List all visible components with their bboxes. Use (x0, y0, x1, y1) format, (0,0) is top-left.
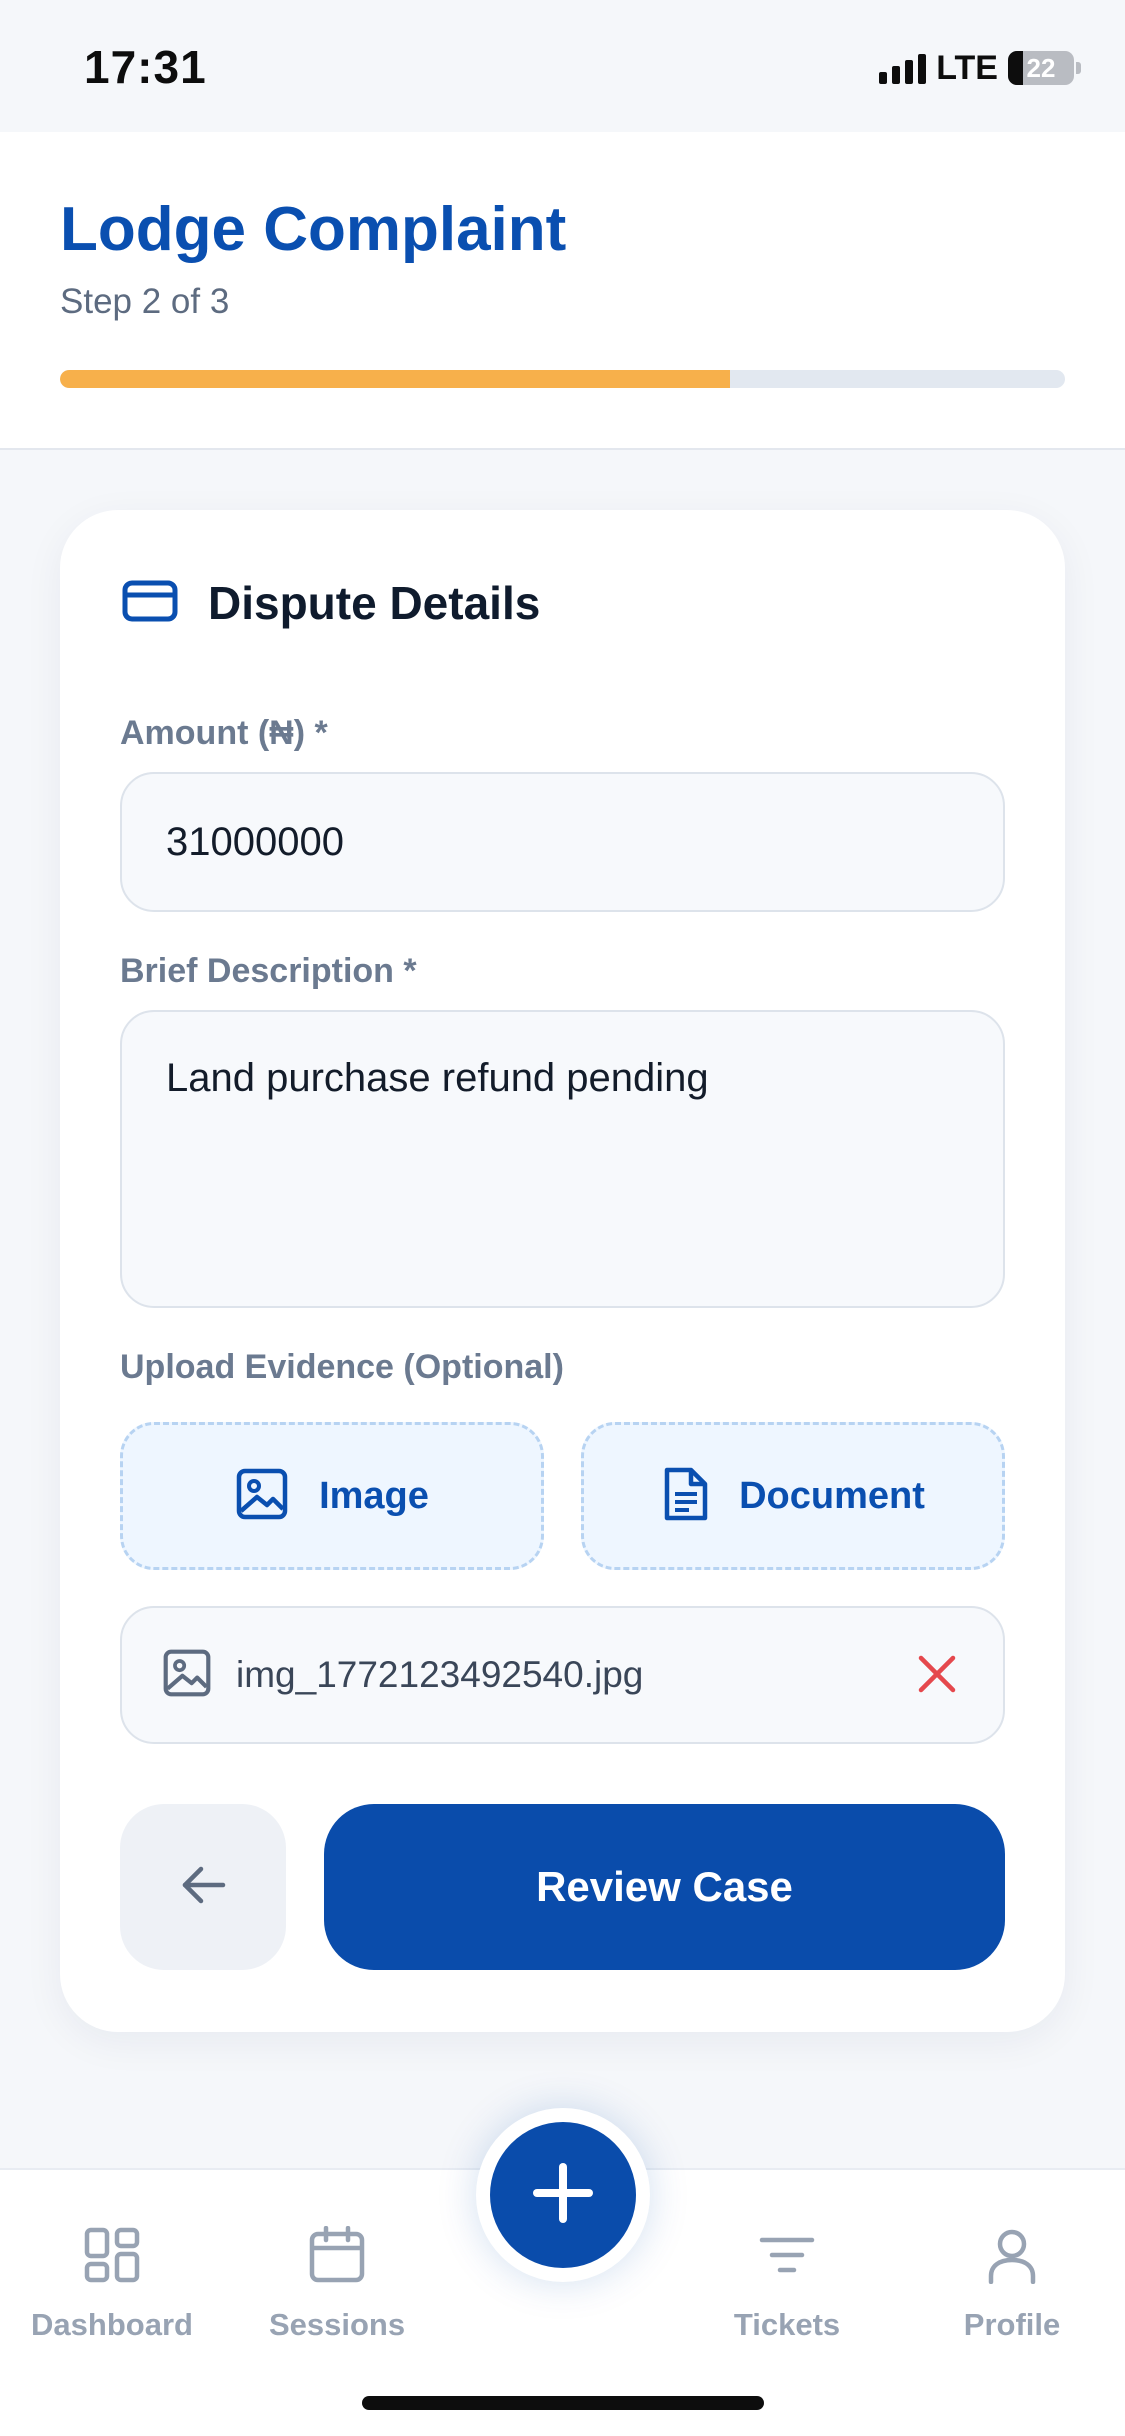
nav-label-dashboard: Dashboard (31, 2307, 193, 2342)
page-title: Lodge Complaint (60, 195, 567, 264)
close-icon (917, 1654, 957, 1699)
nav-label-profile: Profile (963, 2307, 1061, 2342)
signal-icon (879, 52, 927, 84)
card-title: Dispute Details (208, 577, 541, 629)
attached-file-name: img_1772123492540.jpg (236, 1654, 644, 1695)
network-type: LTE (936, 48, 998, 87)
attached-file-row: img_1772123492540.jpg (120, 1606, 1005, 1744)
review-case-button[interactable]: Review Case (324, 1804, 1005, 1970)
description-textarea[interactable]: Land purchase refund pending (120, 1010, 1005, 1308)
nav-item-profile[interactable]: Profile (912, 2226, 1112, 2343)
document-icon (661, 1466, 709, 1527)
nav-item-dashboard[interactable]: Dashboard (12, 2226, 212, 2343)
nav-item-sessions[interactable]: Sessions (237, 2225, 437, 2343)
dashboard-icon (83, 2226, 141, 2289)
amount-label: Amount (₦) * (120, 714, 328, 752)
back-button[interactable] (120, 1804, 286, 1970)
image-icon (235, 1467, 289, 1526)
page-header: Lodge Complaint Step 2 of 3 (0, 132, 1125, 450)
upload-image-button[interactable]: Image (120, 1422, 544, 1570)
user-icon (983, 2226, 1041, 2289)
battery-tip (1076, 62, 1081, 74)
amount-value: 31000000 (166, 819, 344, 864)
file-image-icon (162, 1648, 212, 1703)
nav-item-tickets[interactable]: Tickets (687, 2226, 887, 2343)
remove-file-button[interactable] (909, 1648, 965, 1704)
arrow-left-icon (179, 1865, 227, 1910)
description-label: Brief Description * (120, 952, 417, 990)
status-bar: 17:31 LTE 22 (0, 0, 1125, 132)
card-header: Dispute Details (122, 576, 540, 630)
progress-fill (60, 370, 731, 388)
new-complaint-fab[interactable] (490, 2122, 636, 2268)
upload-document-button[interactable]: Document (581, 1422, 1005, 1570)
nav-label-tickets: Tickets (733, 2307, 841, 2342)
screen: 17:31 LTE 22 Lodge Complaint Step 2 of 3 (0, 0, 1125, 2436)
progress-bar (60, 370, 1065, 388)
step-indicator: Step 2 of 3 (60, 282, 230, 321)
upload-image-label: Image (319, 1474, 429, 1517)
upload-document-label: Document (739, 1474, 925, 1517)
nav-label-sessions: Sessions (268, 2307, 406, 2342)
plus-icon (533, 2162, 593, 2228)
battery-level: 22 (1026, 52, 1056, 83)
battery-icon: 22 (1008, 51, 1074, 85)
calendar-icon (308, 2225, 366, 2289)
status-time: 17:31 (84, 41, 207, 93)
amount-input[interactable]: 31000000 (120, 772, 1005, 912)
home-indicator (362, 2396, 764, 2410)
filter-icon (758, 2226, 816, 2289)
description-value: Land purchase refund pending (166, 1056, 709, 1100)
upload-evidence-label: Upload Evidence (Optional) (120, 1348, 564, 1386)
fab-container (476, 2108, 650, 2282)
dispute-details-card: Dispute Details Amount (₦) * 31000000 Br… (60, 510, 1065, 2032)
status-indicators: LTE 22 (879, 48, 1081, 88)
credit-card-icon (122, 580, 178, 627)
